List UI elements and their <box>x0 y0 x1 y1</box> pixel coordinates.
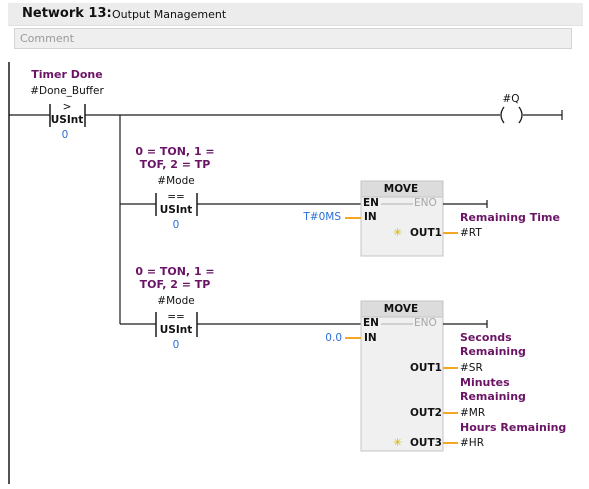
coil-q <box>500 106 523 124</box>
rung1-operand[interactable]: #Done_Buffer <box>30 86 104 97</box>
move1-en: EN <box>363 197 379 209</box>
move1-out1-comment: Remaining Time <box>460 211 560 224</box>
rung3-value[interactable]: 0 <box>173 340 180 351</box>
move2-out1-comment-line1: Seconds <box>460 331 512 344</box>
rung3-operand[interactable]: #Mode <box>157 296 194 307</box>
move2-out3-comment: Hours Remaining <box>460 421 567 434</box>
move2-out2-comment-line1: Minutes <box>460 376 510 389</box>
move1-out1-var[interactable]: #RT <box>460 228 482 239</box>
move1-in-value[interactable]: T#0MS <box>303 212 341 223</box>
move2-out3-label: OUT3 <box>410 437 442 449</box>
rung2-value[interactable]: 0 <box>173 220 180 231</box>
move2-out3-var[interactable]: #HR <box>460 438 484 449</box>
star-icon: ✳ <box>393 226 403 239</box>
move2-out1-comment-line2: Remaining <box>460 345 526 358</box>
rung2-comment-line1: 0 = TON, 1 = <box>135 145 215 158</box>
rung2-comment-line2: TOF, 2 = TP <box>139 158 211 171</box>
rung2-type[interactable]: USInt <box>160 205 193 216</box>
rung1-value[interactable]: 0 <box>62 130 69 141</box>
move2-en: EN <box>363 317 379 329</box>
rung1-operator: > <box>62 101 72 113</box>
rung3-operator: == <box>167 311 185 323</box>
star-icon: ✳ <box>393 436 403 449</box>
coil-operand[interactable]: #Q <box>502 94 519 105</box>
move1-out1-label: OUT1 <box>410 227 442 239</box>
move2-out1-var[interactable]: #SR <box>460 363 483 374</box>
move1-title: MOVE <box>383 183 419 195</box>
rung3-comment-line1: 0 = TON, 1 = <box>135 265 215 278</box>
rung2-operand[interactable]: #Mode <box>157 176 194 187</box>
move2-in-label: IN <box>364 332 377 344</box>
move2-out2-comment-line2: Remaining <box>460 390 526 403</box>
move2-eno: ENO <box>414 317 437 329</box>
rung1-comment: Timer Done <box>31 68 103 81</box>
rung3-type[interactable]: USInt <box>160 325 193 336</box>
move2-in-value[interactable]: 0.0 <box>325 333 342 344</box>
move2-out2-var[interactable]: #MR <box>460 408 485 419</box>
move1-eno: ENO <box>414 197 437 209</box>
move2-out2-label: OUT2 <box>410 407 442 419</box>
rung1-type[interactable]: USInt <box>51 115 84 126</box>
rung2-operator: == <box>167 191 185 203</box>
move2-out1-label: OUT1 <box>410 362 442 374</box>
rung3-comment-line2: TOF, 2 = TP <box>139 278 211 291</box>
move2-title: MOVE <box>383 303 419 315</box>
move1-in-label: IN <box>364 211 377 223</box>
